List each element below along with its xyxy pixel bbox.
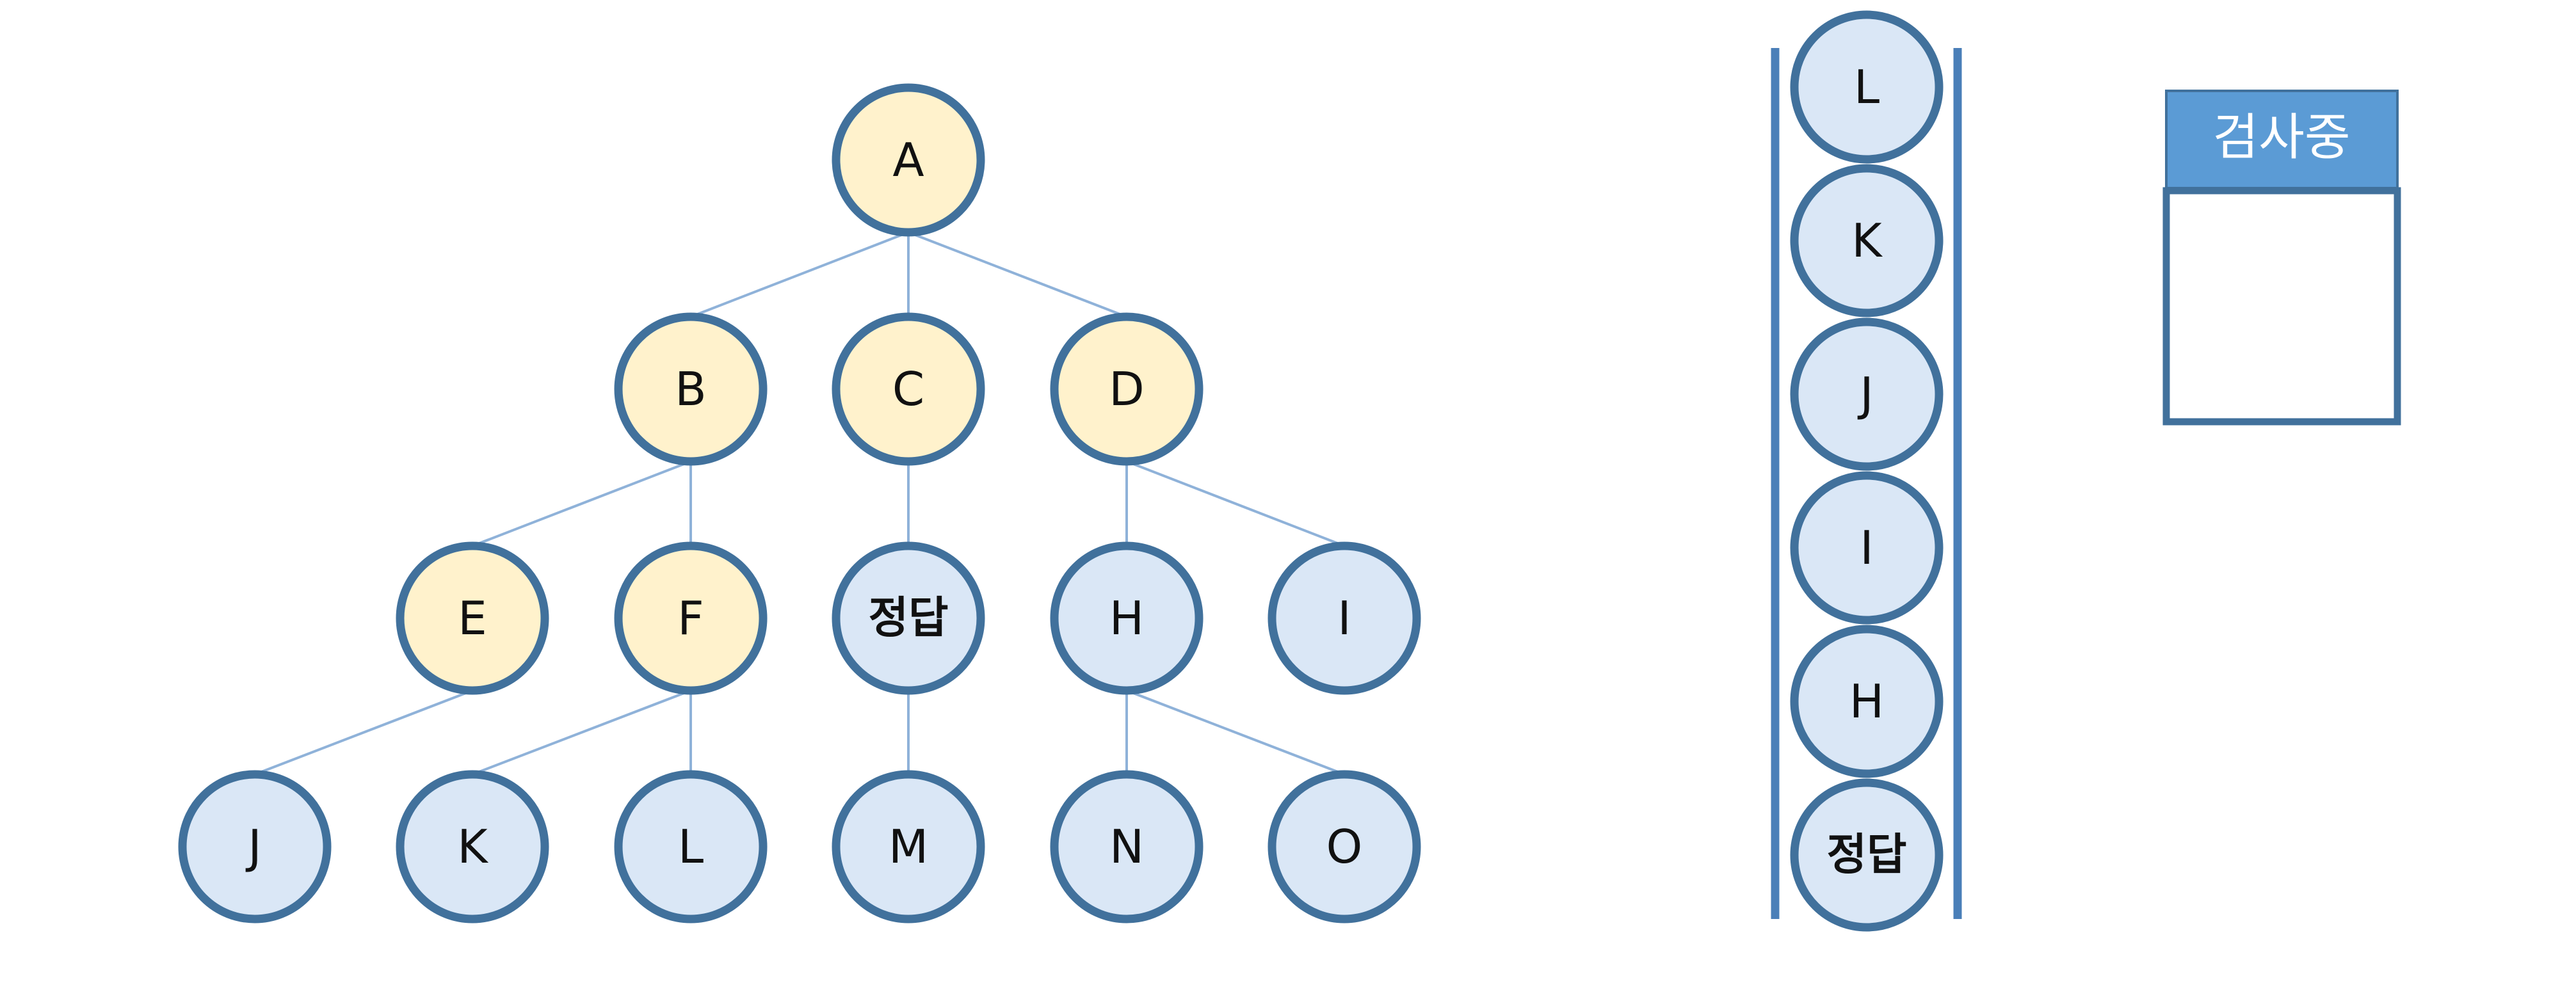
tree-edge <box>472 460 691 547</box>
tree-node-label: I <box>1337 591 1351 645</box>
tree-node-label: H <box>1109 591 1144 645</box>
tree-node-label: N <box>1109 820 1144 874</box>
tree-node: J <box>178 770 332 923</box>
checking-panel: 검사중 <box>2162 90 2401 426</box>
tree-edge <box>254 689 473 776</box>
stack-item-label: 정답 <box>1826 830 1906 881</box>
tree-node: E <box>396 541 549 695</box>
tree-node: H <box>1050 541 1203 695</box>
tree-node: L <box>614 770 768 923</box>
tree-node-label: J <box>245 820 261 874</box>
tree-node: K <box>396 770 549 923</box>
checking-title: 검사중 <box>2212 109 2350 166</box>
stack-item: K <box>1790 164 1944 317</box>
tree-node: O <box>1268 770 1421 923</box>
tree-node: D <box>1050 312 1203 466</box>
tree-node: C <box>832 312 985 466</box>
stack-item: L <box>1790 10 1944 164</box>
dfs-diagram: A B C D E F 정답 H I J K L M N O L K J I H 정답 검사중 <box>178 10 2401 932</box>
stack-item-label: K <box>1851 214 1883 268</box>
tree-node-label: D <box>1109 362 1144 416</box>
stack-items: L K J I H 정답 <box>1790 10 1944 932</box>
tree-edge <box>1126 460 1345 547</box>
stack-item: H <box>1790 625 1944 778</box>
tree-node: A <box>832 83 985 237</box>
tree-edge <box>690 231 909 318</box>
tree-node: I <box>1268 541 1421 695</box>
tree-node: F <box>614 541 768 695</box>
stack: L K J I H 정답 <box>1771 10 1962 932</box>
tree-node: N <box>1050 770 1203 923</box>
tree-edge <box>908 231 1127 318</box>
tree-node-label: K <box>457 820 488 874</box>
stack-item-label: J <box>1857 367 1873 421</box>
stack-item: 정답 <box>1790 778 1944 932</box>
tree-edge <box>1126 689 1345 776</box>
tree-edges <box>254 231 1345 776</box>
tree-node-label: C <box>892 362 924 416</box>
tree-node-label: M <box>889 820 928 874</box>
tree-node: 정답 <box>832 541 985 695</box>
stack-item: J <box>1790 317 1944 471</box>
tree-node: B <box>614 312 768 466</box>
tree-node-label: E <box>458 591 487 645</box>
tree-node-label: L <box>678 820 704 874</box>
tree-node-label: O <box>1326 820 1363 874</box>
stack-item-label: L <box>1854 60 1880 114</box>
checking-box <box>2162 187 2401 426</box>
stack-item: I <box>1790 471 1944 625</box>
tree-node: M <box>832 770 985 923</box>
tree-node-label: F <box>677 591 704 645</box>
tree-node-label: A <box>892 133 924 187</box>
tree-node-label: 정답 <box>868 593 948 644</box>
stack-item-label: I <box>1860 521 1873 575</box>
tree-node-label: B <box>675 362 706 416</box>
stack-item-label: H <box>1849 675 1884 728</box>
tree-edge <box>472 689 691 776</box>
